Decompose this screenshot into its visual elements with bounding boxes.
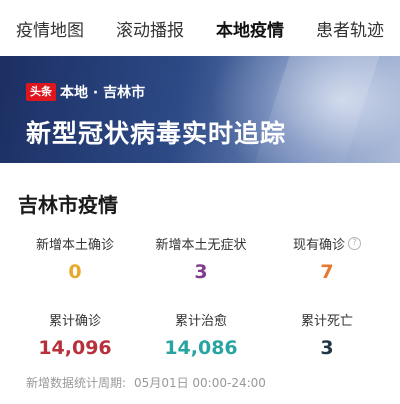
- stat-value: 3: [194, 261, 208, 283]
- stat-value: 7: [320, 261, 334, 283]
- tab-local-epidemic[interactable]: 本地疫情: [214, 16, 286, 41]
- stats-period-date: 05月01日 00:00-24:00: [134, 376, 266, 390]
- stat-label: 累计治愈: [174, 314, 227, 329]
- tab-epidemic-map[interactable]: 疫情地图: [14, 16, 86, 41]
- stat-value: 0: [68, 261, 82, 283]
- stat-value: 14,086: [164, 337, 238, 359]
- question-circle-icon[interactable]: ?: [348, 237, 361, 250]
- stat-total-deaths: 累计死亡 3: [272, 310, 382, 359]
- tab-rolling-news[interactable]: 滚动播报: [114, 16, 186, 41]
- tab-bar: 疫情地图 滚动播报 本地疫情 患者轨迹: [0, 0, 400, 56]
- stat-total-confirmed: 累计确诊 14,096: [20, 310, 130, 359]
- stat-value: 14,096: [38, 337, 112, 359]
- stat-label: 现有确诊: [292, 238, 345, 253]
- banner-headline: 新型冠状病毒实时追踪: [26, 119, 287, 148]
- banner[interactable]: 头条 本地 · 吉林市 新型冠状病毒实时追踪: [0, 56, 400, 163]
- banner-location: 本地 · 吉林市: [60, 85, 146, 101]
- banner-location-row: 头条 本地 · 吉林市: [26, 82, 145, 102]
- tab-patient-tracks[interactable]: 患者轨迹: [314, 16, 386, 41]
- stat-label-wrap: 现有确诊 ?: [293, 234, 361, 253]
- stat-label: 新增本土确诊: [35, 238, 114, 253]
- stat-total-recovered: 累计治愈 14,086: [146, 310, 256, 359]
- stats-period-label: 新增数据统计周期:: [26, 376, 127, 390]
- section-title: 吉林市疫情: [18, 193, 118, 217]
- stat-new-local-confirmed: 新增本土确诊 0: [20, 234, 130, 283]
- stat-label: 新增本土无症状: [155, 238, 247, 253]
- stat-label: 累计死亡: [300, 314, 353, 329]
- stat-new-local-asymptomatic: 新增本土无症状 3: [146, 234, 256, 283]
- stat-current-confirmed: 现有确诊 ? 7: [272, 234, 382, 283]
- headline-badge: 头条: [26, 83, 56, 101]
- stat-label: 累计确诊: [48, 314, 101, 329]
- stats-period-note: 新增数据统计周期: 05月01日 00:00-24:00: [26, 374, 266, 391]
- stat-value: 3: [320, 337, 334, 359]
